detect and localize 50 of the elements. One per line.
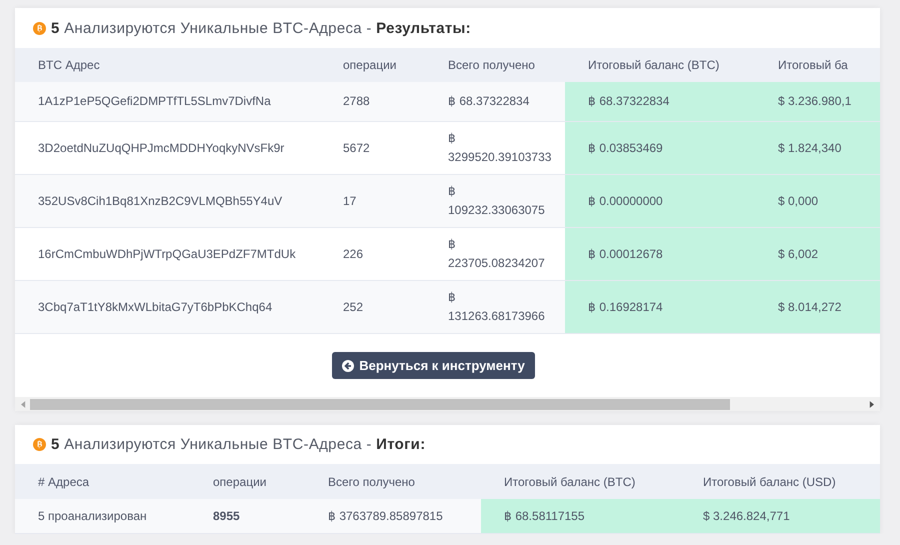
table-cell: $ 3.236.980,1 [755,82,880,121]
table-cell-text: 3D2oetdNuZUqQHPJmcMDDHYoqkyNVsFk9r [37,140,286,156]
scroll-right-icon[interactable] [869,400,874,408]
table-cell: $ 0,000 [755,175,880,227]
table-cell: $ 3.246.824,771 [680,499,880,533]
table-cell-text: ฿ 109232.33063075 [447,183,546,219]
table-cell: ฿ 0.00000000 [565,175,755,227]
column-header: # Адреса [37,474,90,490]
table-cell-text: ฿ 3763789.85897815 [327,508,444,524]
column-header: Итоговый ба [777,57,849,74]
table-cell-text: 1A1zP1eP5QGefi2DMPTfTL5SLmv7DivfNa [37,93,272,110]
table-cell: $ 8.014,272 [755,281,880,333]
column-header: Итоговый баланс (BTC) [503,474,636,490]
table-cell: ฿ 0.16928174 [565,281,755,333]
table-cell: ฿ 68.37322834 [565,82,755,121]
table-cell-text: 8955 [212,508,241,524]
column-header: операции [212,474,268,490]
back-button[interactable]: Вернуться к инструменту [332,352,535,379]
section-title: 5 Анализируются Уникальные BTC-Адреса - Результаты: [51,20,471,36]
table-cell: $ 1.824,340 [755,122,880,174]
column-header: Итоговый баланс (USD) [702,474,837,490]
table-cell-text: 3Cbq7aT1tY8kMxWLbitaG7yT6bPbKChq64 [37,298,274,316]
table-cell-text: 16rCmCmbuWDhPjWTrpQGaU3EPdZF7MTdUk [37,246,297,262]
table-cell-text: 2788 [342,93,371,110]
arrow-left-icon [342,360,354,372]
bitcoin-icon [33,438,46,451]
table-cell-text: ฿ 68.37322834 [447,93,530,110]
table-cell-text: 5672 [342,140,371,156]
horizontal-scrollbar[interactable] [15,397,880,411]
table-cell: ฿ 68.58117155 [481,499,680,533]
table-cell-text: ฿ 223705.08234207 [447,236,546,272]
column-header: операции [342,57,398,74]
table-cell: $ 6,002 [755,228,880,280]
table-cell-text: ฿ 131263.68173966 [447,289,546,325]
table-cell-text: 5 проанализирован [37,508,148,524]
bitcoin-icon [33,22,46,34]
table-cell-text: 352USv8Cih1Bq81XnzB2C9VLMQBh55Y4uV [37,192,284,210]
column-header: Всего получено [327,474,416,490]
section-title: 5 Анализируются Уникальные BTC-Адреса - Итоги: [51,436,426,453]
column-header: Всего получено [447,57,536,74]
column-header: Итоговый баланс (BTC) [587,57,720,74]
table-cell-text: 17 [342,192,358,210]
column-header: BTC Адрес [37,57,101,74]
table-cell: ฿ 0.00012678 [565,228,755,280]
scrollbar-thumb[interactable] [30,398,730,410]
scroll-left-icon[interactable] [21,400,26,408]
table-cell-text: 252 [342,298,364,316]
table-cell-text: 226 [342,246,364,262]
table-cell-text: ฿ 3299520.39103733 [447,130,552,166]
table-cell: ฿ 0.03853469 [565,122,755,174]
